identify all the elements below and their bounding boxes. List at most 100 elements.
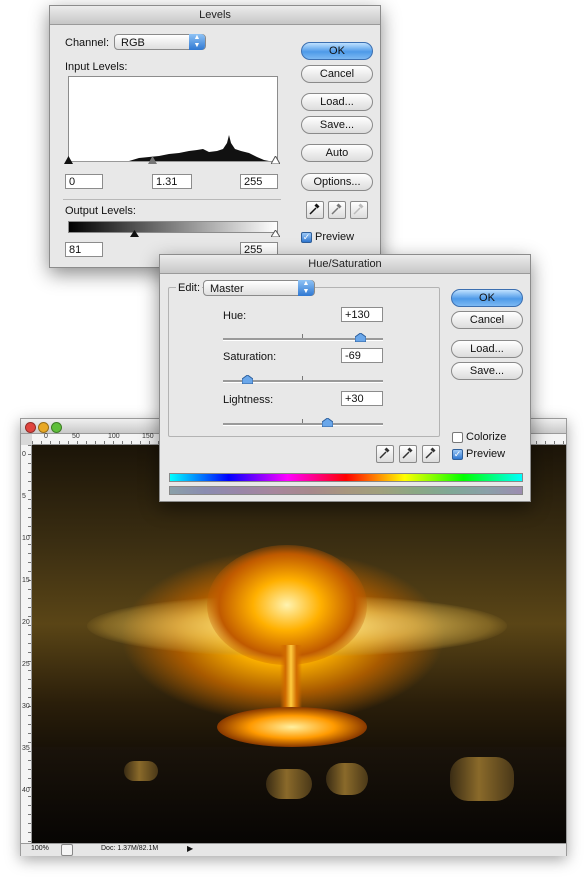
eyedropper-minus-icon: [425, 447, 436, 459]
eyedropper-black-icon: [309, 203, 320, 215]
colorize-checkbox[interactable]: [452, 432, 463, 443]
output-black-field[interactable]: 81: [65, 242, 103, 257]
output-white-handle[interactable]: [271, 230, 280, 237]
eyedropper-icon: [379, 447, 390, 459]
zoom-window-icon[interactable]: [51, 422, 62, 433]
output-gradient-bar: [68, 221, 278, 233]
ruler-label: 50: [72, 433, 80, 440]
adjustment-group: [168, 287, 440, 437]
lightness-slider-track[interactable]: [223, 423, 383, 426]
hue-label: Hue:: [223, 310, 247, 322]
output-black-handle[interactable]: [130, 230, 139, 237]
histogram: [68, 76, 278, 162]
ruler-label: 100: [108, 433, 120, 440]
input-slider-track[interactable]: [68, 161, 276, 162]
select-arrows-icon: ▲ ▼: [298, 280, 314, 296]
saturation-value-field[interactable]: -69: [341, 348, 383, 363]
slider-center-tick: [302, 334, 303, 338]
edit-range-select[interactable]: Master ▲ ▼: [203, 280, 315, 296]
ruler-label: 35: [22, 745, 30, 752]
status-menu-icon[interactable]: [61, 844, 73, 856]
black-eyedropper[interactable]: [306, 201, 324, 219]
channel-select[interactable]: RGB ▲ ▼: [114, 34, 206, 50]
saturation-label: Saturation:: [223, 351, 277, 363]
divider: [63, 199, 281, 200]
select-arrows-icon: ▲ ▼: [189, 34, 205, 50]
input-black-field[interactable]: 0: [65, 174, 103, 189]
histogram-graph: [129, 135, 269, 161]
vertical-ruler: 0 5 10 15 20 25 30 35 40: [21, 445, 32, 844]
ruler-label: 0: [22, 451, 26, 458]
lightness-slider-thumb[interactable]: [321, 418, 333, 427]
levels-preview-label: Preview: [315, 231, 355, 243]
status-arrow-icon[interactable]: ▶: [187, 844, 193, 853]
channel-value: RGB: [121, 37, 145, 49]
levels-auto-button[interactable]: Auto: [301, 144, 373, 162]
hue-preview-checkbox[interactable]: ✓: [452, 449, 463, 460]
eyedropper-white-icon: [353, 203, 364, 215]
input-white-point-handle[interactable]: [271, 156, 280, 164]
edit-label: Edit:: [176, 282, 203, 294]
ruler-label: 20: [22, 619, 30, 626]
hay-bale: [266, 769, 312, 799]
input-gamma-field[interactable]: 1.31: [152, 174, 192, 189]
eyedropper-button[interactable]: [376, 445, 394, 463]
output-hue-spectrum-bar: [169, 486, 523, 495]
levels-titlebar[interactable]: Levels: [50, 6, 380, 25]
hay-bale: [450, 757, 514, 801]
minimize-window-icon[interactable]: [38, 422, 49, 433]
ruler-label: 10: [22, 535, 30, 542]
eyedropper-subtract-button[interactable]: [422, 445, 440, 463]
edit-range-value: Master: [210, 283, 244, 295]
hue-save-button[interactable]: Save...: [451, 362, 523, 380]
levels-ok-button[interactable]: OK: [301, 42, 373, 60]
hue-saturation-dialog: Hue/Saturation Edit: Master ▲ ▼ Hue: +130…: [159, 254, 531, 502]
hue-saturation-titlebar[interactable]: Hue/Saturation: [160, 255, 530, 274]
eyedropper-gray-icon: [331, 203, 342, 215]
channel-label: Channel:: [65, 37, 110, 49]
input-levels-label: Input Levels:: [65, 61, 128, 73]
ruler-label: 25: [22, 661, 30, 668]
ruler-label: 15: [22, 577, 30, 584]
zoom-level[interactable]: 100%: [31, 845, 49, 852]
input-hue-spectrum-bar: [169, 473, 523, 482]
slider-center-tick: [302, 376, 303, 380]
hue-preview-label: Preview: [466, 448, 506, 460]
eyedropper-add-button[interactable]: [399, 445, 417, 463]
canvas-image-explosion[interactable]: [32, 445, 566, 843]
hue-load-button[interactable]: Load...: [451, 340, 523, 358]
levels-options-button[interactable]: Options...: [301, 173, 373, 191]
ruler-label: 5: [22, 493, 26, 500]
hue-value-field[interactable]: +130: [341, 307, 383, 322]
ruler-label: 40: [22, 787, 30, 794]
input-gamma-handle[interactable]: [148, 156, 157, 164]
colorize-label: Colorize: [466, 431, 507, 443]
lightness-label: Lightness:: [223, 394, 274, 406]
hue-cancel-button[interactable]: Cancel: [451, 311, 523, 329]
levels-load-button[interactable]: Load...: [301, 93, 373, 111]
ruler-label: 150: [142, 433, 154, 440]
document-size-info: Doc: 1.37M/82.1M: [101, 845, 159, 852]
input-black-point-handle[interactable]: [64, 156, 73, 164]
levels-dialog: Levels Channel: RGB ▲ ▼ Input Levels: 0 1…: [49, 5, 381, 268]
gray-eyedropper[interactable]: [328, 201, 346, 219]
close-window-icon[interactable]: [25, 422, 36, 433]
ruler-label: 0: [44, 433, 48, 440]
hay-bale: [326, 763, 368, 795]
levels-save-button[interactable]: Save...: [301, 116, 373, 134]
hue-slider-thumb[interactable]: [355, 333, 367, 342]
explosion-base: [217, 707, 367, 747]
slider-center-tick: [302, 419, 303, 423]
white-eyedropper[interactable]: [350, 201, 368, 219]
eyedropper-plus-icon: [402, 447, 413, 459]
levels-cancel-button[interactable]: Cancel: [301, 65, 373, 83]
saturation-slider-thumb[interactable]: [242, 375, 254, 384]
lightness-value-field[interactable]: +30: [341, 391, 383, 406]
hue-ok-button[interactable]: OK: [451, 289, 523, 307]
levels-preview-checkbox[interactable]: ✓: [301, 232, 312, 243]
output-levels-label: Output Levels:: [65, 205, 136, 217]
hay-bale: [124, 761, 158, 781]
input-white-field[interactable]: 255: [240, 174, 278, 189]
status-bar: 100% Doc: 1.37M/82.1M ▶: [21, 843, 566, 856]
ruler-label: 30: [22, 703, 30, 710]
